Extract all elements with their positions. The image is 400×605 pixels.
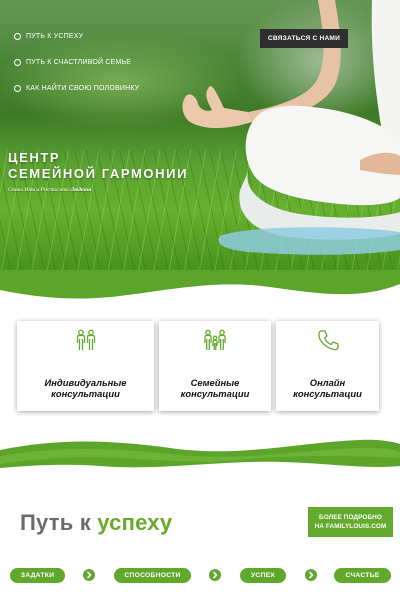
nav-item-path-to-success[interactable]: ПУТЬ К УСПЕХУ [14,30,139,42]
couple-icon [76,329,95,350]
services-section: Индивидуальные консультации Семейные кон… [17,321,379,411]
green-wave-divider [0,439,400,468]
service-card-label-line2: консультации [180,388,250,399]
step-pill-success[interactable]: УСПЕХ [240,568,286,583]
service-card-label: Индивидуальные консультации [17,377,154,399]
step-pill-abilities[interactable]: СПОСОБНОСТИ [114,568,191,583]
service-card-label-line2: консультации [51,388,120,399]
service-card-label-line1: Индивидуальные [44,377,127,388]
hero-nav: ПУТЬ К УСПЕХУ ПУТЬ К СЧАСТЛИВОЙ СЕМЬЕ КА… [14,30,139,108]
more-info-line2: НА FAMILYLOUIS.COM [314,523,387,530]
path-steps: ЗАДАТКИ СПОСОБНОСТИ УСПЕХ СЧАСТЬЕ [0,567,400,585]
bullet-circle-icon [14,32,21,40]
step-pill-talents[interactable]: ЗАДАТКИ [10,568,65,583]
hero-title-line1: ЦЕНТР [8,150,61,165]
service-card-label: Семейные консультации [159,377,271,399]
more-info-line1: БОЛЕЕ ПОДРОБНО [319,513,382,521]
path-title-plain: Путь к [20,510,98,535]
nav-item-find-partner[interactable]: КАК НАЙТИ СВОЮ ПОЛОВИНКУ [14,82,139,94]
path-section-title: Путь к успеху [20,510,172,536]
nav-item-happy-family[interactable]: ПУТЬ К СЧАСТЛИВОЙ СЕМЬЕ [14,56,139,68]
service-card-family[interactable]: Семейные консультации [159,321,271,411]
contact-us-button[interactable]: СВЯЗАТЬСЯ С НАМИ [260,29,348,48]
hero-banner: ПУТЬ К УСПЕХУ ПУТЬ К СЧАСТЛИВОЙ СЕМЬЕ КА… [0,0,400,300]
bullet-circle-icon [14,84,21,92]
hero-title-line2: СЕМЕЙНОЙ ГАРМОНИИ [8,166,189,181]
chevron-right-icon[interactable] [305,569,317,581]
chevron-right-icon[interactable] [83,569,95,581]
hero-subtitle: Семьи Ины и Ростислава Людвиш [8,187,91,193]
path-title-accent: успеху [97,510,173,535]
service-card-online[interactable]: Онлайн консультации [276,321,379,411]
phone-icon [317,330,339,351]
service-card-label-line1: Онлайн [309,377,346,388]
landing-page: ПУТЬ К УСПЕХУ ПУТЬ К СЧАСТЛИВОЙ СЕМЬЕ КА… [0,0,400,605]
service-card-label: Онлайн консультации [276,377,379,399]
nav-item-label: ПУТЬ К УСПЕХУ [26,32,84,40]
service-card-label-line2: консультации [293,388,362,399]
family-icon [204,329,226,350]
step-pill-happiness[interactable]: СЧАСТЬЕ [334,568,391,583]
service-card-label-line1: Семейные [190,377,240,388]
nav-item-label: КАК НАЙТИ СВОЮ ПОЛОВИНКУ [26,84,140,92]
green-wave-divider [0,270,400,310]
service-card-individual[interactable]: Индивидуальные консультации [17,321,154,411]
more-info-button[interactable]: БОЛЕЕ ПОДРОБНО НА FAMILYLOUIS.COM [308,507,393,537]
chevron-right-icon[interactable] [209,569,221,581]
hero-subtitle-text: Семьи Ины и Ростислава [8,187,71,193]
nav-item-label: ПУТЬ К СЧАСТЛИВОЙ СЕМЬЕ [26,58,132,66]
hero-subtitle-name: Людвиш [70,187,92,193]
bullet-circle-icon [14,58,21,66]
hero-title: ЦЕНТР СЕМЕЙНОЙ ГАРМОНИИ [8,150,188,182]
